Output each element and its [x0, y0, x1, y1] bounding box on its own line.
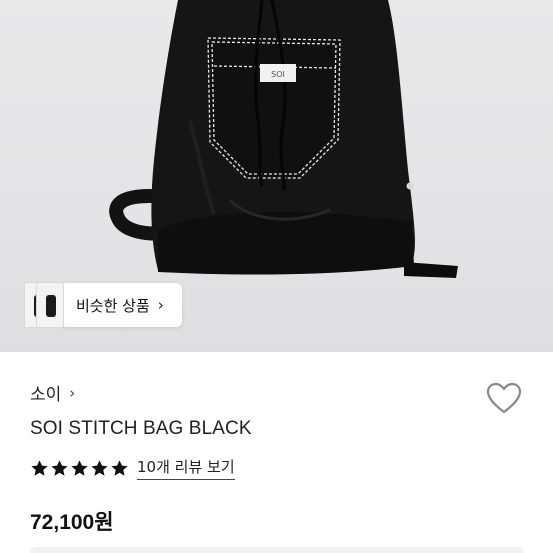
similar-thumbnails: [24, 282, 64, 328]
next-section-edge: [30, 547, 524, 553]
similar-products-chip[interactable]: 비슷한 상품 ›: [24, 282, 182, 328]
brand-name: 소이: [30, 385, 62, 405]
star-icon: [31, 459, 48, 476]
rating-row: 10개 리뷰 보기: [30, 456, 235, 480]
heart-outline-icon: [486, 382, 522, 414]
price: 72,100원: [30, 511, 114, 534]
similar-products-button[interactable]: 비슷한 상품 ›: [60, 283, 182, 327]
similar-thumbnail: [36, 282, 64, 328]
star-icon: [111, 459, 128, 476]
product-title: SOI STITCH BAG BLACK: [30, 418, 252, 439]
product-image[interactable]: SOI 비슷한 상품 ›: [0, 0, 553, 352]
star-icon: [51, 459, 68, 476]
favorite-button[interactable]: [484, 378, 524, 418]
review-link[interactable]: 10개 리뷰 보기: [137, 456, 235, 480]
chevron-right-icon: ›: [157, 296, 164, 314]
similar-products-label: 비슷한 상품: [76, 296, 150, 315]
chevron-right-icon: ›: [69, 383, 76, 402]
star-rating: [30, 459, 129, 478]
star-icon: [71, 459, 88, 476]
svg-text:SOI: SOI: [271, 70, 285, 79]
brand-link[interactable]: 소이 ›: [30, 380, 76, 406]
star-icon: [91, 459, 108, 476]
